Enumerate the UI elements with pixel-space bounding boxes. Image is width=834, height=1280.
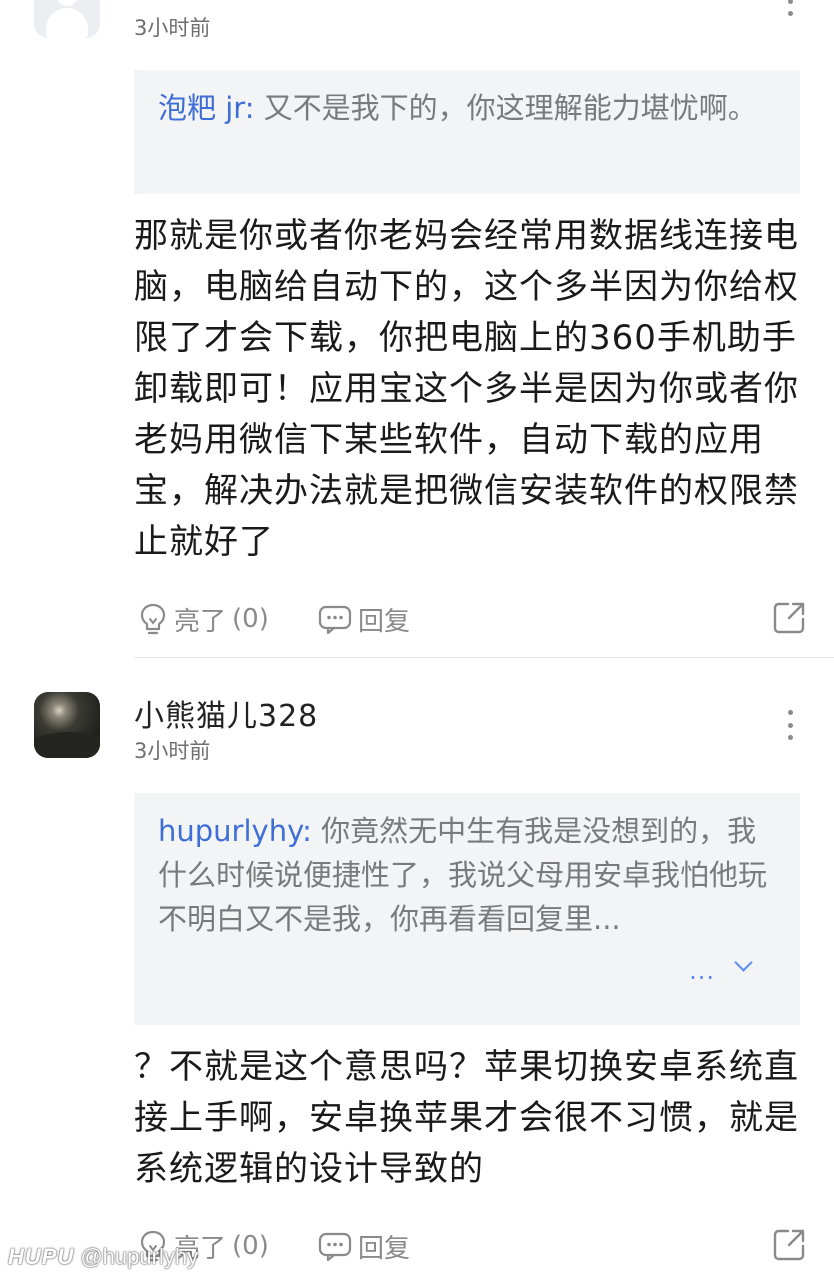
like-label: 亮了	[174, 606, 227, 637]
like-count: (0)	[232, 1231, 269, 1261]
username[interactable]: 小熊猫儿328	[134, 691, 318, 735]
reply-button[interactable]: 回复	[318, 1226, 410, 1266]
watermark: HUPU @hupurlyhy	[8, 1244, 198, 1270]
avatar-placeholder-body	[46, 8, 88, 38]
watermark-brand: HUPU	[8, 1244, 75, 1269]
avatar[interactable]	[34, 692, 100, 758]
expand-ellipsis: ...	[689, 957, 715, 985]
like-count: (0)	[232, 604, 269, 634]
expand-quote-button[interactable]: ...	[689, 949, 753, 993]
comment-body: 那就是你或者你老妈会经常用数据线连接电脑，电脑给自动下的，这个多半因为你给权限了…	[134, 216, 799, 562]
watermark-handle: @hupurlyhy	[80, 1244, 199, 1269]
reply-button[interactable]: 回复	[318, 599, 410, 639]
quoted-text: 又不是我下的，你这理解能力堪忧啊。	[254, 91, 757, 125]
comment-time: 3小时前	[134, 739, 211, 763]
reply-label: 回复	[358, 1233, 411, 1264]
comment-actions: 亮了 (0) 回复	[134, 599, 806, 639]
comment-body: ？不就是这个意思吗？苹果切换安卓系统直接上手啊，安卓换苹果才会很不习惯，就是系统…	[134, 1047, 799, 1189]
quoted-reply[interactable]: 泡粑 jr: 又不是我下的，你这理解能力堪忧啊。	[134, 70, 800, 194]
like-button[interactable]: 亮了 (0)	[138, 599, 269, 639]
more-options-icon[interactable]	[786, 710, 794, 740]
comment-time: 3小时前	[134, 16, 211, 40]
comment-divider	[134, 657, 834, 658]
more-options-icon[interactable]	[786, 0, 794, 16]
comment-bubble-icon	[318, 605, 352, 634]
lightbulb-icon	[140, 603, 166, 635]
comment-bubble-icon	[318, 1232, 352, 1261]
quoted-reply[interactable]: hupurlyhy: 你竟然无中生有我是没想到的，我什么时候说便捷性了，我说父母…	[134, 793, 800, 1025]
avatar[interactable]	[34, 0, 100, 38]
avatar-photo-landscape	[34, 732, 100, 758]
share-icon[interactable]	[772, 601, 806, 635]
reply-label: 回复	[358, 606, 411, 637]
quoted-author[interactable]: 泡粑 jr:	[158, 91, 254, 125]
share-icon[interactable]	[772, 1228, 806, 1262]
chevron-down-icon	[734, 953, 753, 972]
quoted-author[interactable]: hupurlyhy:	[158, 814, 312, 848]
comment-actions: 亮了 (0) 回复	[134, 1226, 806, 1266]
avatar-placeholder-head	[56, 0, 78, 6]
